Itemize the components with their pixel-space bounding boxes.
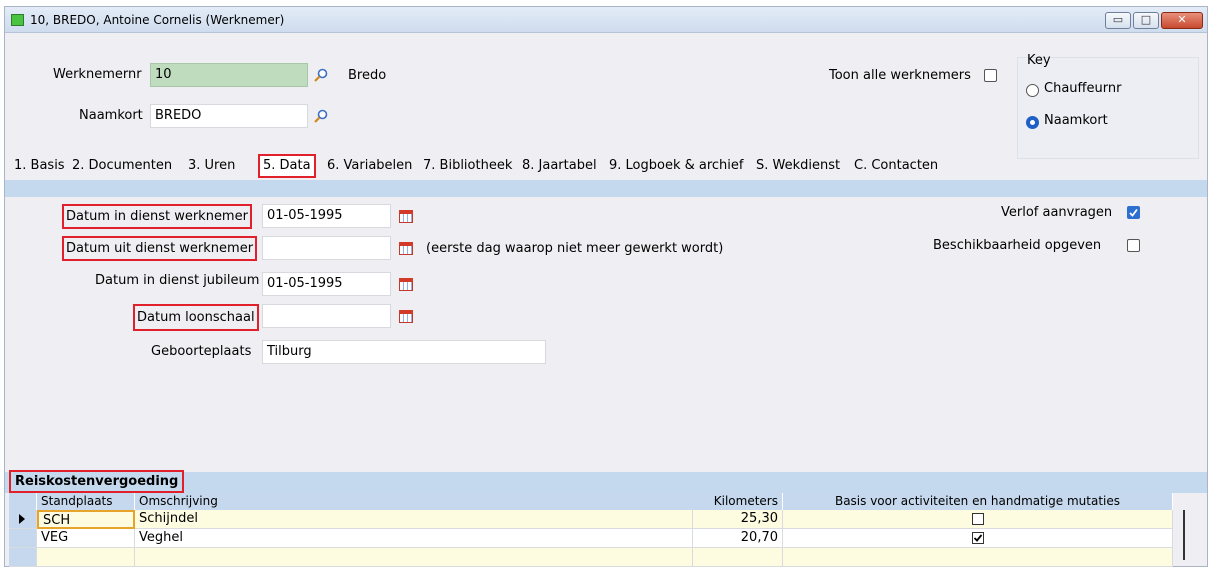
kilometers-cell[interactable]	[693, 548, 783, 567]
standplaats-cell[interactable]: VEG	[37, 529, 135, 548]
new-row[interactable]	[9, 548, 1173, 567]
tab-documenten[interactable]: 2. Documenten	[69, 154, 175, 178]
app-icon	[11, 14, 24, 26]
basis-cell[interactable]	[783, 548, 1173, 567]
search-icon[interactable]	[314, 68, 328, 82]
col-kilometers[interactable]: Kilometers	[693, 493, 783, 510]
datum-in-dienst-input[interactable]: 01-05-1995	[262, 204, 391, 228]
col-omschrijving[interactable]: Omschrijving	[135, 493, 779, 510]
basis-cell[interactable]	[783, 529, 1173, 548]
window-title: 10, BREDO, Antoine Cornelis (Werknemer)	[30, 13, 285, 27]
tab-bibliotheek[interactable]: 7. Bibliotheek	[420, 154, 515, 178]
col-standplaats[interactable]: Standplaats	[37, 493, 135, 510]
omschrijving-cell[interactable]: Veghel	[135, 529, 693, 548]
close-button[interactable]: ✕	[1161, 12, 1203, 29]
standplaats-cell[interactable]	[37, 548, 135, 567]
jubileum-label: Datum in dienst jubileum	[95, 273, 260, 288]
naamkort-input[interactable]: BREDO	[150, 104, 308, 128]
datum-uit-note: (eerste dag waarop niet meer gewerkt wor…	[426, 241, 724, 256]
beschikbaarheid-label: Beschikbaarheid opgeven	[933, 238, 1102, 253]
kilometers-cell[interactable]: 25,30	[693, 510, 783, 529]
naamkort-radio[interactable]	[1026, 116, 1039, 129]
basis-cell[interactable]	[783, 510, 1173, 529]
verlof-checkbox[interactable]	[1127, 206, 1140, 219]
row-indicator	[9, 529, 37, 548]
row-indicator	[9, 548, 37, 567]
search-icon[interactable]	[314, 109, 328, 123]
maximize-button[interactable]: □	[1133, 12, 1159, 29]
werknemernr-label: Werknemernr	[53, 67, 142, 82]
naamkort-label: Naamkort	[79, 108, 143, 123]
basis-checkbox[interactable]	[972, 513, 984, 525]
tab-data[interactable]: 5. Data	[258, 154, 316, 178]
current-row-arrow-icon	[19, 514, 25, 524]
checkmark-icon	[1129, 208, 1138, 217]
datum-uit-dienst-input[interactable]	[262, 236, 391, 260]
tab-variabelen[interactable]: 6. Variabelen	[324, 154, 415, 178]
beschikbaarheid-checkbox[interactable]	[1127, 239, 1140, 252]
minimize-button[interactable]: ▭	[1105, 12, 1131, 29]
employee-window: 10, BREDO, Antoine Cornelis (Werknemer) …	[4, 6, 1208, 567]
key-label: Key	[1027, 53, 1051, 68]
verlof-label: Verlof aanvragen	[1001, 205, 1113, 220]
omschrijving-cell[interactable]: Schijndel	[135, 510, 693, 529]
omschrijving-cell[interactable]	[135, 548, 693, 567]
table-row[interactable]: SCH Schijndel 25,30	[9, 510, 1173, 529]
standplaats-cell[interactable]: SCH	[37, 510, 135, 529]
toon-alle-checkbox[interactable]	[984, 69, 997, 82]
grid-corner	[9, 493, 37, 510]
kilometers-cell[interactable]: 20,70	[693, 529, 783, 548]
tab-wekdienst[interactable]: S. Wekdienst	[753, 154, 843, 178]
grid-scrollbar[interactable]	[1183, 510, 1185, 560]
tab-basis[interactable]: 1. Basis	[11, 154, 68, 178]
chauffeurnr-radio[interactable]	[1026, 84, 1039, 97]
calendar-icon[interactable]	[399, 310, 413, 323]
calendar-icon[interactable]	[399, 242, 413, 255]
reiskosten-header-bar	[5, 472, 1207, 493]
werknemer-name: Bredo	[348, 68, 387, 83]
datum-in-dienst-label: Datum in dienst werknemer	[62, 204, 252, 229]
geboorteplaats-input[interactable]: Tilburg	[262, 340, 546, 364]
jubileum-input[interactable]: 01-05-1995	[262, 272, 391, 296]
basis-checkbox[interactable]	[972, 532, 984, 544]
key-group: Key Chauffeurnr Naamkort	[1017, 53, 1199, 159]
row-indicator	[9, 510, 37, 529]
chauffeurnr-label[interactable]: Chauffeurnr	[1044, 81, 1121, 96]
calendar-icon[interactable]	[399, 210, 413, 223]
checkmark-icon	[973, 534, 983, 542]
section-header-bar	[5, 180, 1207, 197]
tab-contacten[interactable]: C. Contacten	[851, 154, 941, 178]
werknemernr-input[interactable]: 10	[150, 63, 308, 87]
title-bar: 10, BREDO, Antoine Cornelis (Werknemer) …	[5, 7, 1207, 33]
geboorteplaats-label: Geboorteplaats	[151, 344, 252, 359]
calendar-icon[interactable]	[399, 278, 413, 291]
col-basis[interactable]: Basis voor activiteiten en handmatige mu…	[783, 493, 1173, 510]
loonschaal-input[interactable]	[262, 304, 391, 328]
tab-uren[interactable]: 3. Uren	[185, 154, 238, 178]
toon-alle-label: Toon alle werknemers	[829, 68, 971, 83]
reiskosten-title: Reiskostenvergoeding	[9, 470, 185, 493]
datum-uit-dienst-label: Datum uit dienst werknemer	[62, 236, 258, 261]
naamkort-key-label[interactable]: Naamkort	[1044, 113, 1108, 128]
tab-logboek[interactable]: 9. Logboek & archief	[606, 154, 747, 178]
tab-jaartabel[interactable]: 8. Jaartabel	[519, 154, 600, 178]
table-row[interactable]: VEG Veghel 20,70	[9, 529, 1173, 548]
loonschaal-label: Datum loonschaal	[133, 304, 259, 331]
